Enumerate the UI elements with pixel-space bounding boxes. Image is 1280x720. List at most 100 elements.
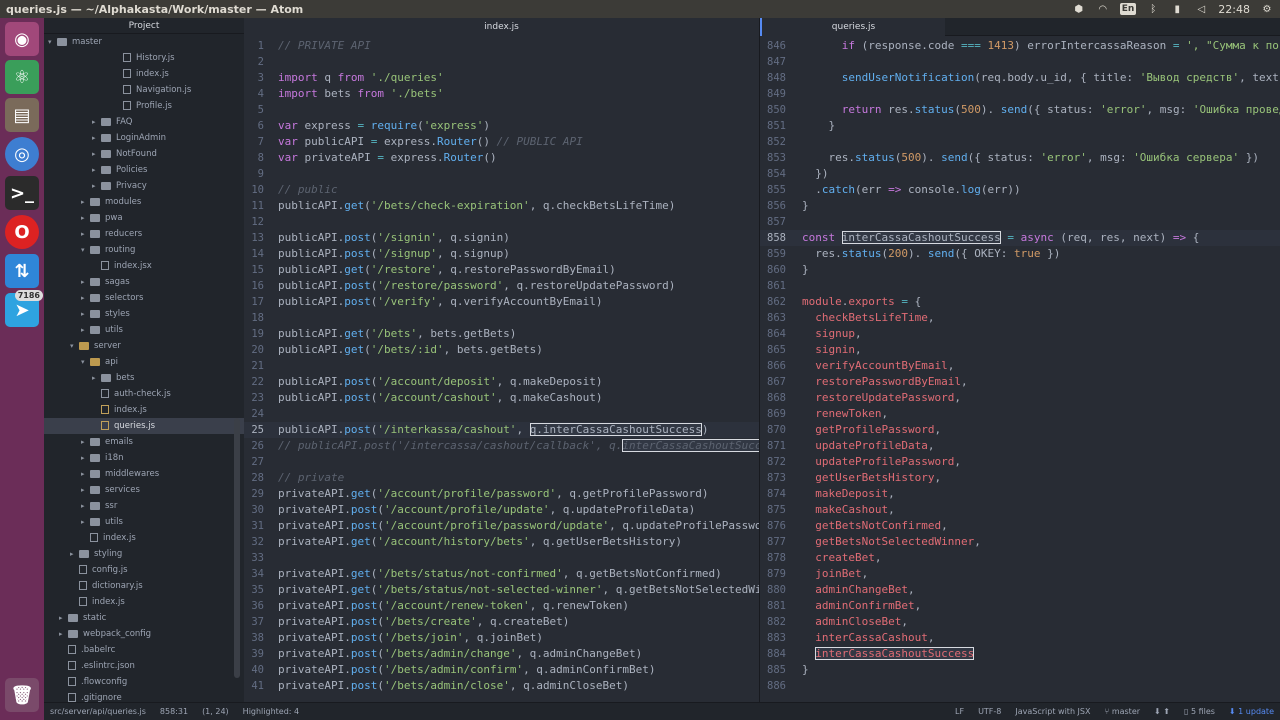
code-line[interactable]: 877 getBetsNotSelectedWinner, <box>760 534 1280 550</box>
code-line[interactable]: 24 <box>244 406 759 422</box>
tree-item[interactable]: ▸ static <box>44 610 244 626</box>
tree-item[interactable]: index.js <box>44 402 244 418</box>
trash-icon[interactable]: 🗑 <box>5 678 39 712</box>
code-line[interactable]: 3 import q from './queries' <box>244 70 759 86</box>
status-git-branch[interactable]: ⑂ master <box>1104 707 1140 716</box>
code-line[interactable]: 8 var privateAPI = express.Router() <box>244 150 759 166</box>
code-line[interactable]: 11 publicAPI.get('/bets/check-expiration'… <box>244 198 759 214</box>
code-line[interactable]: 846 if (response.code === 1413) errorInt… <box>760 38 1280 54</box>
atom-app-icon[interactable]: ⚛ <box>5 60 39 94</box>
code-line[interactable]: 41 privateAPI.post('/bets/admin/close', q… <box>244 678 759 694</box>
chromium-app-icon[interactable]: ◎ <box>5 137 39 171</box>
code-line[interactable]: 6 var express = require('express') <box>244 118 759 134</box>
code-line[interactable]: 18 <box>244 310 759 326</box>
tree-item[interactable]: ▸ utils <box>44 514 244 530</box>
code-line[interactable]: 875 makeCashout, <box>760 502 1280 518</box>
code-line[interactable]: 871 updateProfileData, <box>760 438 1280 454</box>
tree-item[interactable]: ▸ styles <box>44 306 244 322</box>
code-line[interactable]: 873 getUserBetsHistory, <box>760 470 1280 486</box>
tree-item[interactable]: dictionary.js <box>44 578 244 594</box>
tree-item[interactable]: Profile.js <box>44 98 244 114</box>
code-line[interactable]: 878 createBet, <box>760 550 1280 566</box>
code-line[interactable]: 5 <box>244 102 759 118</box>
tree-item[interactable]: ▸ Privacy <box>44 178 244 194</box>
code-line[interactable]: 868 restoreUpdatePassword, <box>760 390 1280 406</box>
tree-item[interactable]: index.js <box>44 594 244 610</box>
code-line[interactable]: 856} <box>760 198 1280 214</box>
code-line[interactable]: 852 <box>760 134 1280 150</box>
code-line[interactable]: 34 privateAPI.get('/bets/status/not-confi… <box>244 566 759 582</box>
code-line[interactable]: 866 verifyAccountByEmail, <box>760 358 1280 374</box>
battery-icon[interactable]: ▮ <box>1170 3 1184 15</box>
code-line[interactable]: 7 var publicAPI = express.Router() // PUB… <box>244 134 759 150</box>
code-line[interactable]: 39 privateAPI.post('/bets/admin/change', … <box>244 646 759 662</box>
tree-item[interactable]: History.js <box>44 50 244 66</box>
code-line[interactable]: 31 privateAPI.post('/account/profile/pass… <box>244 518 759 534</box>
code-line[interactable]: 857 <box>760 214 1280 230</box>
tree-item[interactable]: ▸ selectors <box>44 290 244 306</box>
ubuntu-dash-icon[interactable]: ◉ <box>5 22 39 56</box>
code-line[interactable]: 885} <box>760 662 1280 678</box>
bluetooth-icon[interactable]: ᛒ <box>1146 3 1160 15</box>
code-line[interactable]: 854 }) <box>760 166 1280 182</box>
code-line[interactable]: 19 publicAPI.get('/bets', bets.getBets) <box>244 326 759 342</box>
tree-item[interactable]: ▸ bets <box>44 370 244 386</box>
code-line[interactable]: 850 return res.status(500). send({ statu… <box>760 102 1280 118</box>
code-line[interactable]: 867 restorePasswordByEmail, <box>760 374 1280 390</box>
code-line[interactable]: 16 publicAPI.post('/restore/password', q.… <box>244 278 759 294</box>
tree-item[interactable]: ▸ sagas <box>44 274 244 290</box>
status-encoding[interactable]: UTF-8 <box>978 707 1001 716</box>
code-line[interactable]: 21 <box>244 358 759 374</box>
code-line[interactable]: 37 privateAPI.post('/bets/create', q.crea… <box>244 614 759 630</box>
code-line[interactable]: 869 renewToken, <box>760 406 1280 422</box>
settings-gear-icon[interactable]: ⚙ <box>1260 3 1274 15</box>
code-line[interactable]: 883 interCassaCashout, <box>760 630 1280 646</box>
files-app-icon[interactable]: ▤ <box>5 98 39 132</box>
tree-item[interactable]: config.js <box>44 562 244 578</box>
status-update[interactable]: ⬇ 1 update <box>1229 707 1274 716</box>
tree-item[interactable]: ▸ modules <box>44 194 244 210</box>
code-line[interactable]: 36 privateAPI.post('/account/renew-token'… <box>244 598 759 614</box>
tree-item[interactable]: index.jsx <box>44 258 244 274</box>
tree-item[interactable]: ▾ api <box>44 354 244 370</box>
code-line[interactable]: 876 getBetsNotConfirmed, <box>760 518 1280 534</box>
code-line[interactable]: 17 publicAPI.post('/verify', q.verifyAcco… <box>244 294 759 310</box>
tree-item[interactable]: ▸ services <box>44 482 244 498</box>
status-cursor-position[interactable]: 858:31 <box>160 707 188 716</box>
code-line[interactable]: 4 import bets from './bets' <box>244 86 759 102</box>
tree-item[interactable]: ▸ webpack_config <box>44 626 244 642</box>
tree-item[interactable]: ▸ Policies <box>44 162 244 178</box>
keyboard-layout-indicator[interactable]: En <box>1119 3 1137 15</box>
code-line[interactable]: 23 publicAPI.post('/account/cashout', q.m… <box>244 390 759 406</box>
code-line[interactable]: 862 module.exports = { <box>760 294 1280 310</box>
code-line[interactable]: 1 // PRIVATE API <box>244 38 759 54</box>
code-line[interactable]: 874 makeDeposit, <box>760 486 1280 502</box>
code-line[interactable]: 879 joinBet, <box>760 566 1280 582</box>
status-grammar[interactable]: JavaScript with JSX <box>1015 707 1090 716</box>
code-line[interactable]: 855 .catch(err => console.log(err)) <box>760 182 1280 198</box>
code-line[interactable]: 881 adminConfirmBet, <box>760 598 1280 614</box>
code-line[interactable]: 858 const interCassaCashoutSuccess = asyn… <box>760 230 1280 246</box>
code-line[interactable]: 872 updateProfilePassword, <box>760 454 1280 470</box>
code-line[interactable]: 884 interCassaCashoutSuccess <box>760 646 1280 662</box>
status-git-fetch[interactable]: ⬇ ⬆ <box>1154 707 1170 716</box>
tree-item[interactable]: .eslintrc.json <box>44 658 244 674</box>
tree-item[interactable]: .babelrc <box>44 642 244 658</box>
tree-item[interactable]: index.js <box>44 530 244 546</box>
tree-item[interactable]: ▸ NotFound <box>44 146 244 162</box>
tree-item[interactable]: ▾ server <box>44 338 244 354</box>
code-line[interactable]: 20 publicAPI.get('/bets/:id', bets.getBet… <box>244 342 759 358</box>
tree-item[interactable]: ▸ utils <box>44 322 244 338</box>
status-line-ending[interactable]: LF <box>955 707 964 716</box>
code-line[interactable]: 14 publicAPI.post('/signup', q.signup) <box>244 246 759 262</box>
code-line[interactable]: 28 // private <box>244 470 759 486</box>
code-line[interactable]: 25 publicAPI.post('/interkassa/cashout', … <box>244 422 759 438</box>
tree-item[interactable]: .flowconfig <box>44 674 244 690</box>
tree-item[interactable]: index.js <box>44 66 244 82</box>
code-line[interactable]: 27 <box>244 454 759 470</box>
code-line[interactable]: 886 <box>760 678 1280 694</box>
code-line[interactable]: 882 adminCloseBet, <box>760 614 1280 630</box>
code-line[interactable]: 863 checkBetsLifeTime, <box>760 310 1280 326</box>
tree-item[interactable]: queries.js <box>44 418 244 434</box>
code-line[interactable]: 859 res.status(200). send({ OKEY: true }… <box>760 246 1280 262</box>
